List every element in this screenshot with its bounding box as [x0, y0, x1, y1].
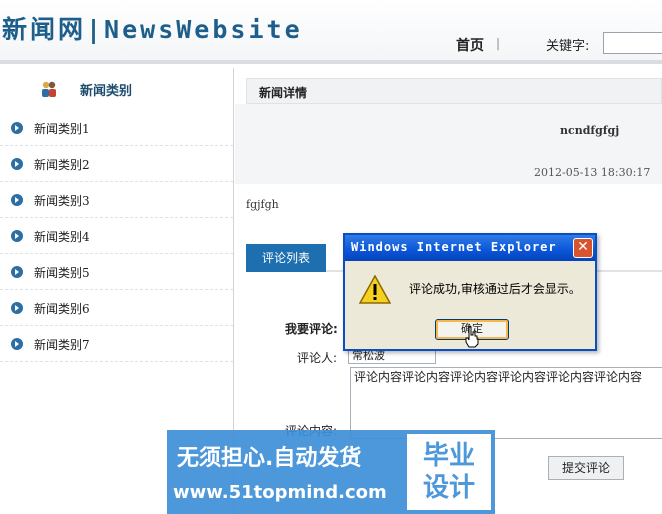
keyword-label: 关键字:: [546, 39, 590, 54]
nav-home-link[interactable]: 首页: [456, 35, 484, 55]
sidebar-item-category-7[interactable]: 新闻类别7: [0, 326, 233, 362]
site-logo[interactable]: 新闻网|NewsWebsite: [2, 10, 303, 46]
watermark-badge: 毕业 设计: [407, 434, 491, 510]
watermark-banner: 无须担心.自动发货 www.51topmind.com 毕业 设计: [167, 430, 495, 514]
page: 新闻网|NewsWebsite 首页 | 关键字: 新闻类别 新闻类别1 新闻类…: [0, 0, 662, 514]
sidebar-item-label: 新闻类别6: [34, 302, 90, 316]
dialog-titlebar[interactable]: Windows Internet Explorer ✕: [345, 235, 595, 261]
sidebar-item-label: 新闻类别7: [34, 338, 90, 352]
close-icon[interactable]: ✕: [573, 238, 593, 258]
arrow-bullet-icon: [11, 338, 23, 350]
news-body: fgjfgh: [246, 198, 279, 211]
my-comment-heading: 我要评论:: [285, 322, 338, 336]
arrow-bullet-icon: [11, 122, 23, 134]
watermark-badge-text: 毕业 设计: [413, 440, 485, 504]
sidebar-header: 新闻类别: [0, 68, 233, 110]
sidebar-item-category-5[interactable]: 新闻类别5: [0, 254, 233, 290]
tab-comment-list[interactable]: 评论列表: [246, 244, 326, 272]
keyword-input[interactable]: [603, 32, 662, 54]
sidebar-item-category-6[interactable]: 新闻类别6: [0, 290, 233, 326]
arrow-bullet-icon: [11, 266, 23, 278]
sidebar-item-label: 新闻类别5: [34, 266, 90, 280]
watermark-slogan: 无须担心.自动发货: [177, 446, 362, 471]
sidebar-item-label: 新闻类别2: [34, 158, 90, 172]
watermark-badge-line1: 毕业: [422, 441, 475, 471]
commenter-label: 评论人:: [297, 351, 338, 365]
sidebar-title: 新闻类别: [80, 84, 133, 99]
submit-comment-button[interactable]: 提交评论: [548, 456, 624, 480]
sidebar-item-category-3[interactable]: 新闻类别3: [0, 182, 233, 218]
sidebar-item-category-4[interactable]: 新闻类别4: [0, 218, 233, 254]
news-title: ncndfgfgj: [560, 124, 620, 137]
sidebar-item-label: 新闻类别1: [34, 122, 90, 136]
hand-cursor-icon: [465, 326, 479, 348]
section-title: 新闻详情: [259, 86, 308, 100]
news-date: 2012-05-13 18:30:17: [534, 166, 651, 179]
watermark-badge-line2: 设计: [422, 473, 475, 503]
arrow-bullet-icon: [11, 302, 23, 314]
arrow-bullet-icon: [11, 230, 23, 242]
dialog-message: 评论成功,审核通过后才会显示。: [409, 282, 581, 296]
arrow-bullet-icon: [11, 158, 23, 170]
nav-separator: |: [496, 36, 501, 50]
sidebar-item-category-1[interactable]: 新闻类别1: [0, 110, 233, 146]
arrow-bullet-icon: [11, 194, 23, 206]
watermark-url: www.51topmind.com: [173, 482, 387, 503]
comment-content-textarea[interactable]: 评论内容评论内容评论内容评论内容评论内容评论内容: [350, 367, 662, 439]
dialog-title: Windows Internet Explorer: [351, 240, 557, 254]
sidebar-item-category-2[interactable]: 新闻类别2: [0, 146, 233, 182]
warning-icon: [359, 275, 391, 304]
people-icon: [42, 81, 56, 97]
section-header: 新闻详情: [246, 78, 662, 104]
sidebar-item-label: 新闻类别4: [34, 230, 90, 244]
site-header: 新闻网|NewsWebsite 首页 | 关键字:: [0, 0, 662, 64]
sidebar-item-label: 新闻类别3: [34, 194, 90, 208]
